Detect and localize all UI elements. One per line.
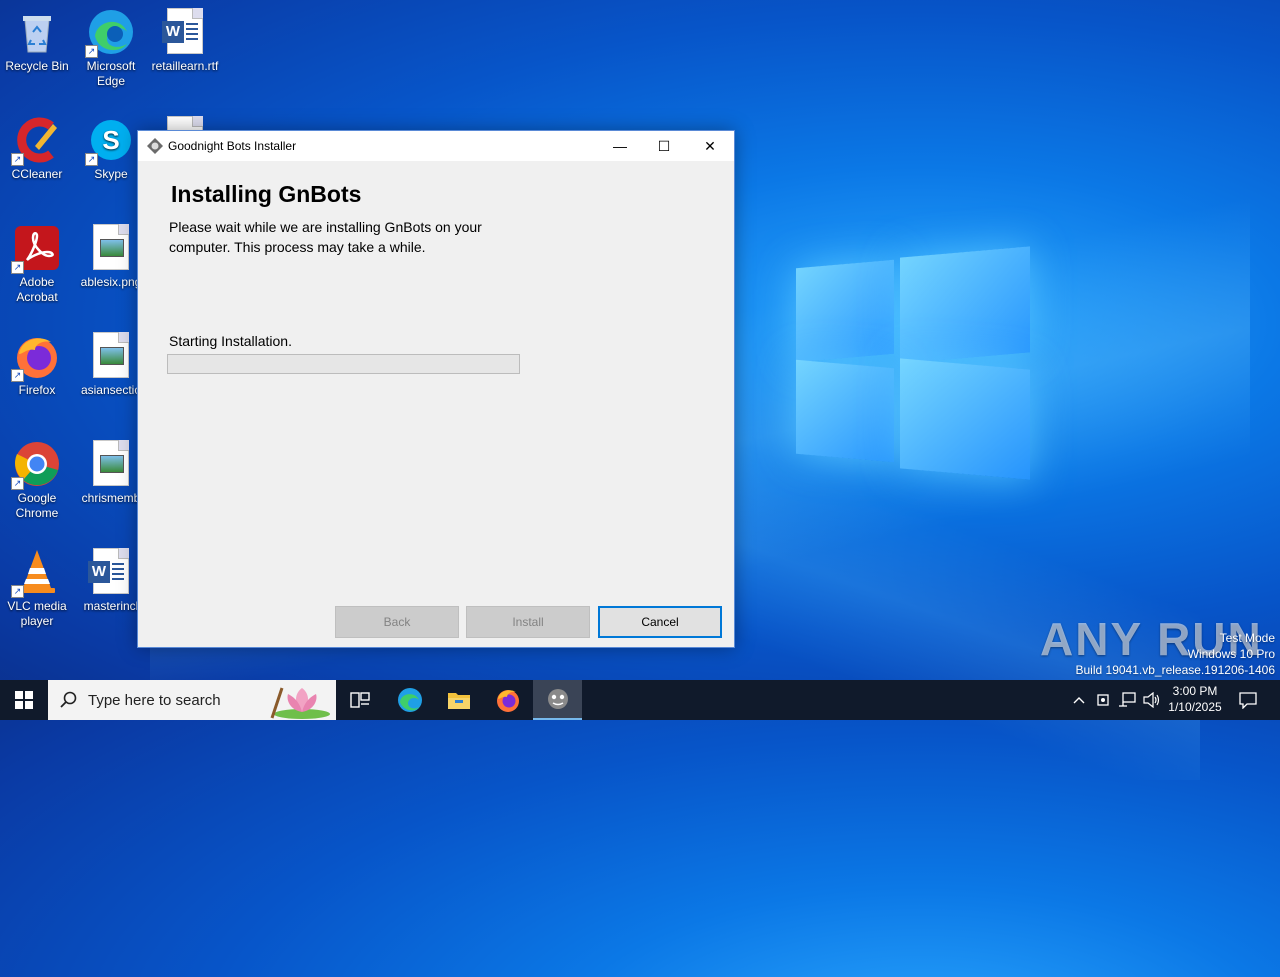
windows-wallpaper-logo [796,242,1030,480]
cancel-button[interactable]: Cancel [598,606,722,638]
desktop-icon-recycle-bin[interactable]: Recycle Bin [0,8,74,74]
word-document-icon: W [87,548,135,596]
edge-icon [398,688,422,712]
taskbar: Type here to search 3:00 PM 1/10/2025 [0,680,1280,720]
search-highlight-lotus-icon [270,687,330,719]
gnbots-app-icon [147,138,163,154]
shortcut-arrow-icon: ↗ [85,153,98,166]
desktop-icon-firefox[interactable]: ↗ Firefox [0,332,74,398]
start-button[interactable] [0,680,48,720]
image-file-icon [87,440,135,488]
shortcut-arrow-icon: ↗ [11,261,24,274]
desktop-icon-adobe-acrobat[interactable]: ↗ Adobe Acrobat [0,224,74,305]
back-button[interactable]: Back [335,606,459,638]
chevron-up-icon [1073,697,1085,704]
vlc-cone-icon: ↗ [11,548,61,598]
shortcut-arrow-icon: ↗ [11,477,24,490]
desktop-icon-microsoft-edge[interactable]: ↗ Microsoft Edge [74,8,148,89]
acrobat-icon: ↗ [11,224,61,274]
status-text: Starting Installation. [169,333,292,349]
task-view-button[interactable] [336,680,384,720]
speaker-icon [1143,692,1160,708]
desktop-icon-google-chrome[interactable]: ↗ Google Chrome [0,440,74,521]
taskbar-firefox[interactable] [484,680,532,720]
word-document-icon: W [161,8,209,56]
tray-device-icon-button[interactable] [1092,680,1114,720]
device-icon [1097,694,1109,706]
shortcut-arrow-icon: ↗ [11,585,24,598]
skype-icon: S ↗ [85,116,135,166]
taskbar-edge[interactable] [386,680,434,720]
ccleaner-icon: ↗ [11,116,61,166]
svg-text:S: S [102,125,119,155]
title-bar[interactable]: Goodnight Bots Installer — ☐ ✕ [138,131,734,161]
edge-icon: ↗ [85,8,135,58]
desktop-icon-vlc[interactable]: ↗ VLC media player [0,548,74,629]
volume-button[interactable] [1140,680,1164,720]
shortcut-arrow-icon: ↗ [11,369,24,382]
search-placeholder: Type here to search [88,692,221,709]
chrome-icon: ↗ [11,440,61,490]
description-text: Please wait while we are installing GnBo… [169,219,482,255]
minimize-button[interactable]: — [597,131,643,161]
recycle-bin-icon [13,8,61,56]
maximize-button[interactable]: ☐ [641,131,687,161]
close-button[interactable]: ✕ [687,131,733,161]
clock[interactable]: 3:00 PM 1/10/2025 [1166,683,1224,715]
search-icon [60,691,77,708]
gnbots-app-icon [547,689,568,709]
page-heading: Installing GnBots [171,181,362,207]
desktop-icon-ccleaner[interactable]: ↗ CCleaner [0,116,74,182]
firefox-icon: ↗ [11,332,61,382]
progress-bar [167,354,520,374]
firefox-icon [497,690,519,712]
folder-icon [448,693,470,709]
action-center-button[interactable] [1232,680,1264,720]
network-icon [1119,692,1136,707]
shortcut-arrow-icon: ↗ [11,153,24,166]
install-button[interactable]: Install [466,606,590,638]
installer-dialog: Goodnight Bots Installer — ☐ ✕ Installin… [137,130,735,648]
image-file-icon [87,224,135,272]
network-button[interactable] [1115,680,1139,720]
taskbar-file-explorer[interactable] [435,680,483,720]
image-file-icon [87,332,135,380]
test-mode-watermark: Test Mode Windows 10 Pro Build 19041.vb_… [1075,631,1276,677]
show-hidden-icons-button[interactable] [1068,680,1090,720]
shortcut-arrow-icon: ↗ [85,45,98,58]
desktop-icon-retaillearn[interactable]: W retaillearn.rtf [148,8,222,74]
task-view-icon [350,692,370,708]
windows-start-icon [15,691,33,709]
notification-icon [1239,692,1257,709]
window-title: Goodnight Bots Installer [168,139,297,153]
taskbar-gnbots-installer[interactable] [533,680,582,720]
taskbar-search-box[interactable]: Type here to search [48,680,336,720]
